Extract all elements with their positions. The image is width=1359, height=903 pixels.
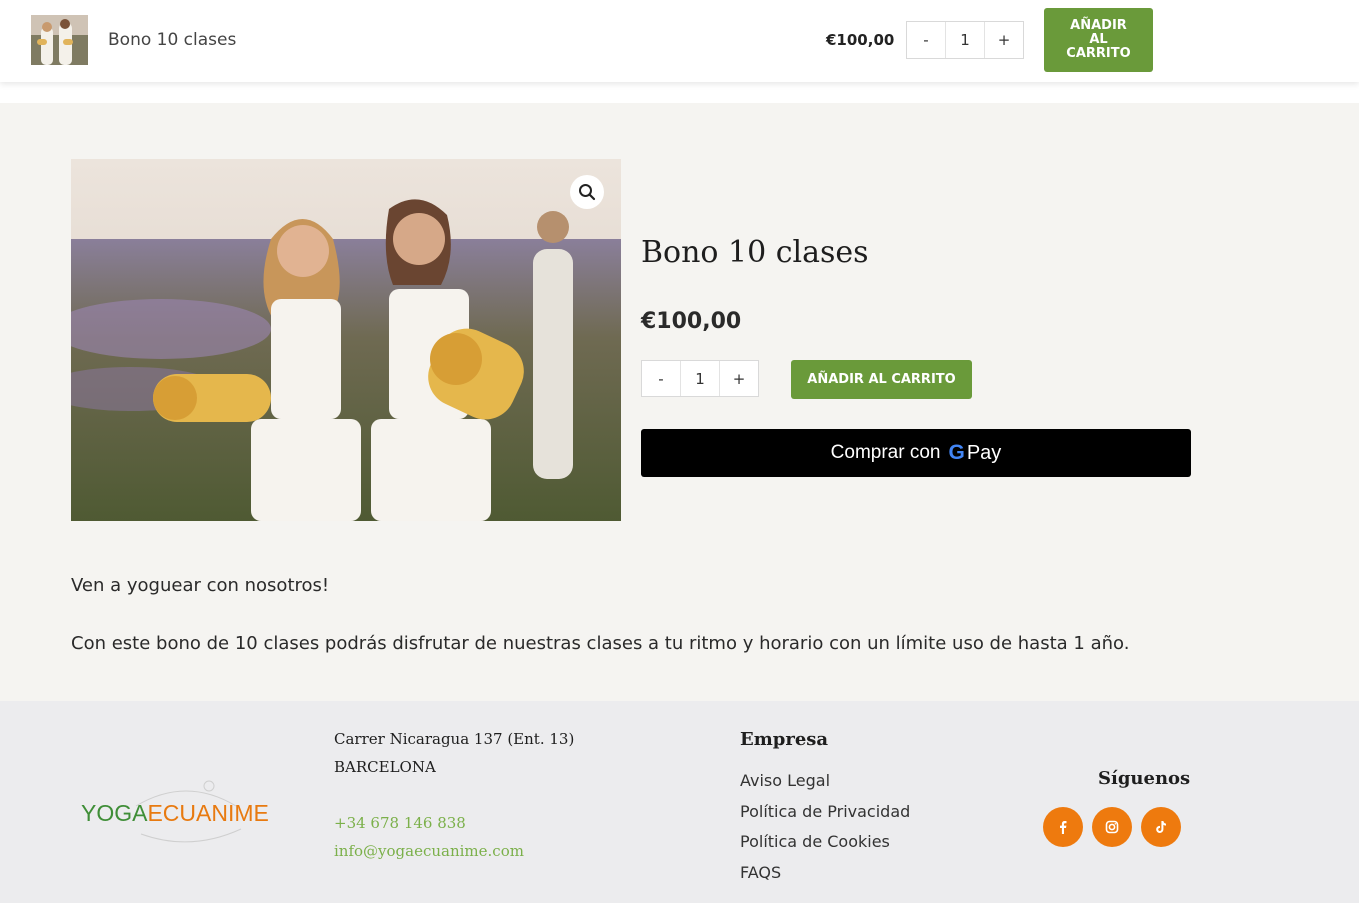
quantity-stepper: - 1 + — [641, 360, 759, 397]
add-to-cart-button[interactable]: AÑADIR AL CARRITO — [791, 360, 972, 399]
gpay-label: Comprar con — [830, 442, 941, 463]
sticky-quantity-stepper: - 1 + — [906, 21, 1024, 59]
quantity-increase-button[interactable]: + — [720, 361, 758, 396]
footer-link-cookies[interactable]: Política de Cookies — [740, 832, 890, 851]
facebook-icon — [1060, 821, 1067, 834]
address-line-1: Carrer Nicaragua 137 (Ent. 13) — [334, 730, 575, 748]
zoom-button[interactable] — [570, 175, 604, 209]
tiktok-icon — [1156, 821, 1166, 833]
footer-link-privacidad[interactable]: Política de Privacidad — [740, 802, 910, 821]
quantity-decrease-button[interactable]: - — [907, 22, 945, 58]
description-body: Con este bono de 10 clases podrás disfru… — [71, 633, 1130, 654]
quantity-increase-button[interactable]: + — [985, 22, 1023, 58]
facebook-link[interactable] — [1043, 807, 1083, 847]
quantity-input[interactable]: 1 — [680, 361, 720, 396]
quantity-input[interactable]: 1 — [945, 22, 985, 58]
quantity-decrease-button[interactable]: - — [642, 361, 680, 396]
product-thumbnail[interactable] — [31, 15, 88, 65]
gpay-pay-text: Pay — [966, 441, 1002, 464]
email-link[interactable]: info@yogaecuanime.com — [334, 842, 524, 860]
tiktok-link[interactable] — [1141, 807, 1181, 847]
phone-link[interactable]: +34 678 146 838 — [334, 814, 466, 832]
product-price: €100,00 — [641, 309, 742, 334]
product-section: Bono 10 clases €100,00 - 1 + AÑADIR AL C… — [0, 103, 1359, 701]
company-heading: Empresa — [740, 729, 829, 750]
description-intro: Ven a yoguear con nosotros! — [71, 575, 330, 596]
sticky-add-to-cart-bar: Bono 10 clases €100,00 - 1 + AÑADIR AL C… — [0, 0, 1359, 82]
yoga-ecuanime-logo[interactable]: YOGAECUANIME — [81, 776, 291, 846]
sticky-product-title: Bono 10 clases — [108, 30, 237, 50]
address-line-2: BARCELONA — [334, 758, 436, 776]
logo-text-ecuanime: ECUANIME — [147, 800, 269, 826]
google-pay-button[interactable]: Comprar con G Pay — [641, 429, 1191, 477]
product-image[interactable] — [71, 159, 621, 521]
magnifier-icon — [579, 184, 596, 201]
logo-text-yoga: YOGA — [81, 800, 148, 826]
instagram-link[interactable] — [1092, 807, 1132, 847]
footer-link-aviso-legal[interactable]: Aviso Legal — [740, 771, 830, 790]
google-g-icon: G — [948, 441, 965, 464]
sticky-add-to-cart-button[interactable]: AÑADIR AL CARRITO — [1044, 8, 1153, 72]
footer-link-faqs[interactable]: FAQS — [740, 863, 781, 882]
follow-heading: Síguenos — [1098, 768, 1191, 789]
site-footer: YOGAECUANIME Carrer Nicaragua 137 (Ent. … — [0, 701, 1359, 903]
product-title: Bono 10 clases — [641, 235, 869, 270]
sticky-product-price: €100,00 — [826, 31, 895, 49]
instagram-icon — [1105, 820, 1119, 834]
